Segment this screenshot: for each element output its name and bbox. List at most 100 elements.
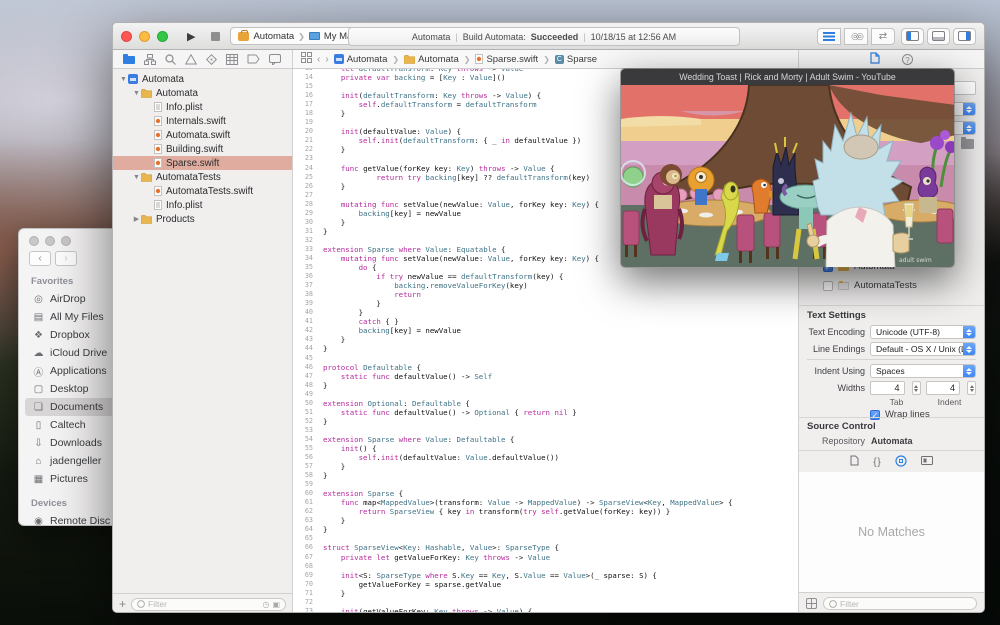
text-encoding-popup[interactable]: Unicode (UTF-8) bbox=[870, 325, 976, 339]
tree-item-automata[interactable]: ▼Automata bbox=[113, 72, 292, 86]
line-number: 44 bbox=[293, 344, 313, 353]
code-line: self.init(defaultValue: Value.defaultVal… bbox=[323, 453, 798, 462]
code-line: } bbox=[323, 344, 798, 353]
target-row-automatatests[interactable]: AutomataTests bbox=[823, 280, 984, 291]
run-button[interactable]: ▶ bbox=[187, 30, 195, 43]
assistant-editor-button[interactable]: ◎◎ bbox=[844, 28, 868, 45]
toggle-navigator-button[interactable] bbox=[901, 28, 924, 45]
code-line bbox=[323, 354, 798, 363]
finder-forward-button[interactable]: › bbox=[55, 251, 77, 266]
code-line: } bbox=[323, 462, 798, 471]
status-build-prefix: Build Automata: bbox=[463, 32, 526, 42]
symbol-navigator-icon[interactable] bbox=[144, 54, 156, 65]
finder-item-label: Dropbox bbox=[50, 329, 90, 341]
finder-zoom-button[interactable] bbox=[61, 236, 71, 246]
line-number: 20 bbox=[293, 127, 313, 136]
finder-item-label: Documents bbox=[50, 401, 103, 413]
tree-item-internals-swift[interactable]: Internals.swift bbox=[113, 114, 292, 128]
line-number: 55 bbox=[293, 444, 313, 453]
line-number: 14 bbox=[293, 73, 313, 82]
code-line: static func defaultValue() -> Self bbox=[323, 372, 798, 381]
library-view-mode-icon[interactable] bbox=[806, 598, 817, 609]
tree-item-sparse-swift[interactable]: Sparse.swift bbox=[113, 156, 292, 170]
finder-close-button[interactable] bbox=[29, 236, 39, 246]
downloads-icon: ⇩ bbox=[31, 438, 46, 449]
code-snippet-library-icon[interactable]: { } bbox=[873, 457, 881, 468]
disclosure-triangle[interactable]: ▶ bbox=[132, 215, 141, 223]
jump-forward-button[interactable]: › bbox=[325, 54, 328, 65]
breadcrumb-automata[interactable]: Automata bbox=[334, 54, 388, 65]
swift-icon bbox=[154, 116, 162, 126]
breadcrumb-automata[interactable]: Automata bbox=[404, 54, 459, 65]
related-items-icon[interactable] bbox=[301, 52, 312, 66]
line-number: 64 bbox=[293, 525, 313, 534]
add-file-button[interactable]: + bbox=[119, 597, 126, 611]
file-inspector-icon[interactable] bbox=[870, 52, 880, 67]
navigator-filter-field[interactable]: Filter ◷ ▣ bbox=[131, 598, 286, 611]
breadcrumb-separator: ❯ bbox=[543, 55, 550, 64]
indent-width-stepper[interactable] bbox=[967, 381, 976, 395]
scheme-selector[interactable]: Automata ❯ My Mac bbox=[230, 27, 365, 45]
indent-width-field[interactable]: 4 bbox=[926, 381, 961, 395]
quick-help-icon[interactable]: ? bbox=[902, 54, 913, 65]
media-library-icon[interactable] bbox=[921, 456, 933, 468]
search-navigator-icon[interactable] bbox=[165, 54, 176, 65]
stop-button[interactable] bbox=[211, 32, 220, 41]
line-endings-popup[interactable]: Default - OS X / Unix (LF) bbox=[870, 342, 976, 356]
plist-icon bbox=[154, 200, 162, 210]
recent-files-filter-icon[interactable]: ◷ bbox=[262, 600, 269, 609]
line-number: 68 bbox=[293, 562, 313, 571]
project-navigator-icon[interactable] bbox=[123, 54, 135, 65]
disclosure-triangle[interactable]: ▼ bbox=[119, 76, 128, 83]
tree-item-automatatests[interactable]: ▼AutomataTests bbox=[113, 170, 292, 184]
indent-using-popup[interactable]: Spaces bbox=[870, 364, 976, 378]
swift-icon bbox=[154, 186, 162, 196]
tree-item-building-swift[interactable]: Building.swift bbox=[113, 142, 292, 156]
toggle-utilities-button[interactable] bbox=[953, 28, 976, 45]
test-navigator-icon[interactable] bbox=[206, 54, 217, 65]
disclosure-triangle[interactable]: ▼ bbox=[132, 174, 141, 181]
object-library-icon[interactable] bbox=[895, 455, 907, 470]
line-number: 63 bbox=[293, 516, 313, 525]
indent-caption: Indent bbox=[923, 397, 976, 407]
tree-item-products[interactable]: ▶Products bbox=[113, 212, 292, 226]
file-template-library-icon[interactable] bbox=[850, 455, 859, 469]
video-titlebar[interactable]: Wedding Toast | Rick and Morty | Adult S… bbox=[621, 69, 954, 85]
tree-item-automata[interactable]: ▼Automata bbox=[113, 86, 292, 100]
breadcrumb-sparse[interactable]: CSparse bbox=[555, 54, 597, 65]
xcode-zoom-button[interactable] bbox=[157, 31, 168, 42]
breadcrumb-sparse-swift[interactable]: Sparse.swift bbox=[475, 54, 538, 65]
tab-width-stepper[interactable] bbox=[912, 381, 921, 395]
breakpoint-navigator-icon[interactable] bbox=[247, 54, 260, 64]
library-filter-icon bbox=[829, 600, 837, 608]
wrap-lines-checkbox[interactable]: ✓ bbox=[870, 410, 880, 420]
finder-back-button[interactable]: ‹ bbox=[29, 251, 51, 266]
full-path-folder-icon[interactable] bbox=[961, 139, 974, 149]
report-navigator-icon[interactable] bbox=[269, 54, 281, 65]
xcode-minimize-button[interactable] bbox=[139, 31, 150, 42]
library-filter-field[interactable]: Filter bbox=[823, 597, 977, 610]
tab-width-field[interactable]: 4 bbox=[870, 381, 905, 395]
code-line: getValueForKey = sparse.getValue bbox=[323, 580, 798, 589]
video-player-window[interactable]: Wedding Toast | Rick and Morty | Adult S… bbox=[620, 68, 955, 268]
version-editor-button[interactable]: ⇄ bbox=[871, 28, 895, 45]
tree-item-info-plist[interactable]: Info.plist bbox=[113, 100, 292, 114]
toggle-debug-area-button[interactable] bbox=[927, 28, 950, 45]
finder-minimize-button[interactable] bbox=[45, 236, 55, 246]
line-number: 32 bbox=[293, 236, 313, 245]
xcode-close-button[interactable] bbox=[121, 31, 132, 42]
tree-item-info-plist[interactable]: Info.plist bbox=[113, 198, 292, 212]
standard-editor-button[interactable] bbox=[817, 28, 841, 45]
issue-navigator-icon[interactable] bbox=[185, 54, 197, 65]
line-number: 62 bbox=[293, 507, 313, 516]
tree-item-automata-swift[interactable]: Automata.swift bbox=[113, 128, 292, 142]
video-content[interactable]: adult swim bbox=[621, 85, 954, 268]
debug-navigator-icon[interactable] bbox=[226, 54, 238, 65]
target-checkbox-automatatests[interactable] bbox=[823, 281, 833, 291]
scm-filter-icon[interactable]: ▣ bbox=[272, 600, 280, 609]
tree-item-automatatests-swift[interactable]: AutomataTests.swift bbox=[113, 184, 292, 198]
wrap-lines-row[interactable]: ✓ Wrap lines bbox=[870, 409, 984, 420]
disclosure-triangle[interactable]: ▼ bbox=[132, 90, 141, 97]
code-line: } bbox=[323, 471, 798, 480]
jump-back-button[interactable]: ‹ bbox=[317, 54, 320, 65]
